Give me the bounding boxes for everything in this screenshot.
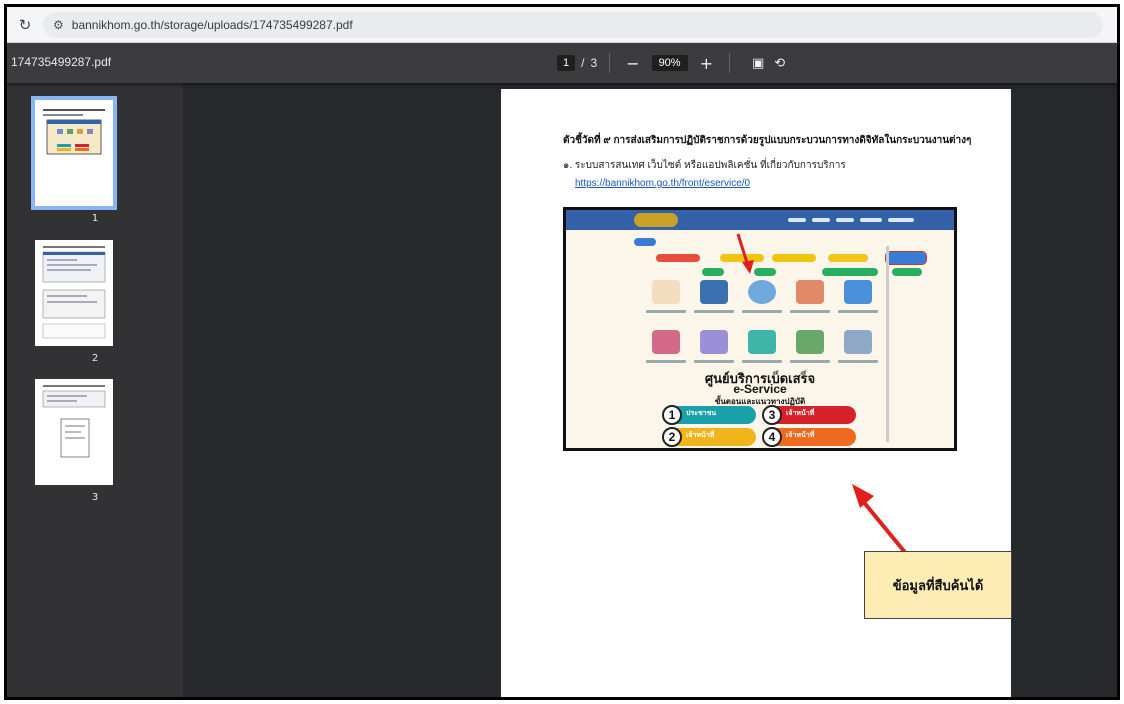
reload-icon[interactable]: ↻	[7, 7, 43, 43]
thumbnail-label-3: 3	[91, 492, 99, 503]
thumbnail-1-preview	[43, 109, 105, 155]
thumbnail-page-3[interactable]	[35, 379, 113, 485]
thumbnail-sidebar: 1 2 3	[7, 83, 183, 697]
page-separator: /	[581, 56, 585, 70]
thumbnail-3-preview	[42, 385, 106, 458]
page-heading: ตัวชี้วัดที่ ๙ การส่งเสริมการปฏิบัติราชก…	[563, 135, 972, 146]
thumbnail-label-2: 2	[91, 353, 99, 364]
page-item-1: ๑. ระบบสารสนเทศ เว็บไซต์ หรือแอปพลิเคชั่…	[563, 160, 846, 171]
fit-page-icon[interactable]: ▣	[752, 56, 764, 71]
pdf-toolbar: 174735499287.pdf 1 / 3 − 90% + ▣ ⟲	[7, 43, 1117, 83]
zoom-out-button[interactable]: −	[622, 54, 643, 73]
embedded-arrow-icon	[736, 233, 754, 274]
horizontal-scrollbar[interactable]	[183, 697, 1120, 700]
scrollbar-track-left	[189, 698, 339, 700]
eservice-link[interactable]: https://bannikhom.go.th/front/eservice/0	[575, 178, 750, 189]
zoom-in-button[interactable]: +	[696, 54, 717, 73]
toolbar-divider	[609, 53, 611, 73]
page-number-input[interactable]: 1	[557, 55, 576, 71]
url-text[interactable]: bannikhom.go.th/storage/uploads/17473549…	[72, 18, 353, 32]
browser-address-bar: ↻ ⚙ bannikhom.go.th/storage/uploads/1747…	[7, 7, 1117, 43]
toolbar-divider	[729, 53, 730, 73]
eservice-screenshot: ศูนย์บริการเบ็ดเสร็จ e-Service ขั้นตอนแล…	[563, 207, 957, 451]
total-pages: 3	[590, 56, 598, 70]
site-settings-icon[interactable]: ⚙	[53, 18, 64, 32]
rotate-icon[interactable]: ⟲	[774, 56, 785, 71]
scrollbar-thumb[interactable]	[353, 698, 383, 700]
thumbnail-label-1: 1	[91, 213, 99, 224]
pdf-controls: 1 / 3 − 90% + ▣ ⟲	[557, 51, 785, 75]
thumbnail-page-1[interactable]	[31, 96, 117, 210]
pdf-filename: 174735499287.pdf	[11, 55, 112, 69]
omnibox[interactable]: ⚙ bannikhom.go.th/storage/uploads/174735…	[43, 11, 1103, 38]
thumbnail-page-2[interactable]	[35, 240, 113, 346]
zoom-level-input[interactable]: 90%	[651, 55, 688, 71]
thumbnail-2-preview	[42, 246, 106, 339]
annotation-callout: ข้อมูลที่สืบค้นได้	[864, 551, 1012, 619]
